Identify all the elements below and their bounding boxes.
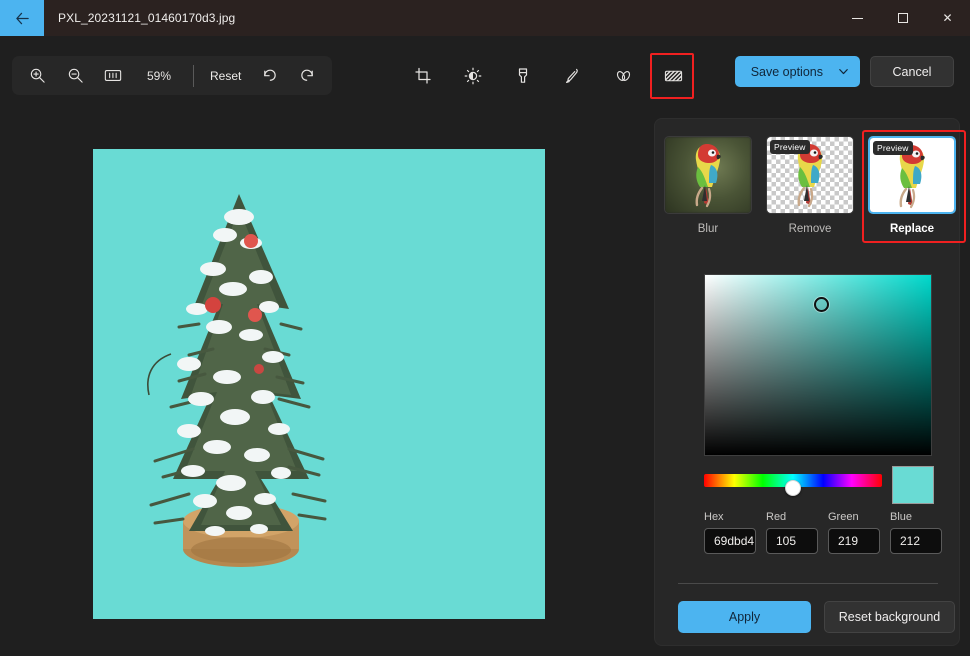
background-option-replace[interactable]: Preview Replace [862,130,966,243]
selected-color-swatch [892,466,934,504]
window-controls: ✕ [835,0,970,36]
zoom-in-button[interactable] [21,61,53,91]
reset-button[interactable]: Reset [201,64,250,88]
christmas-tree-image [147,194,327,567]
crop-tool-button[interactable] [406,60,440,92]
background-panel-card: Blur Preview Remove Preview Replace Hex … [654,118,966,646]
close-button[interactable]: ✕ [925,0,970,36]
red-label: Red [766,511,787,523]
reset-background-button[interactable]: Reset background [824,601,955,633]
image-editor-window: PXL_20231121_01460170d3.jpg ✕ 59% Reset … [0,0,970,656]
toolbar: 59% Reset Save options Cancel [0,36,970,114]
window-title: PXL_20231121_01460170d3.jpg [58,11,236,25]
panel-footer-actions: Apply Reset background [678,601,955,633]
ink-tool-button[interactable] [556,60,590,92]
green-field-group: Green 219 [828,511,880,554]
background-option-remove[interactable]: Preview Remove [766,136,854,235]
minimize-icon [852,17,863,19]
maximize-button[interactable] [880,0,925,36]
edit-tools-group [398,52,698,99]
maximize-icon [897,13,908,23]
blue-input[interactable]: 212 [890,528,942,554]
background-option-label: Replace [889,223,935,235]
saturation-value-picker[interactable] [704,274,932,456]
image-canvas[interactable] [93,149,545,619]
cancel-button[interactable]: Cancel [870,56,954,87]
color-value-fields: Hex 69dbd4 Red 105 Green 219 Blue 212 [704,511,942,554]
hue-row [704,466,961,504]
actual-size-button[interactable] [97,61,129,91]
undo-button[interactable] [253,61,285,91]
replace-thumbnail: Preview [868,136,956,214]
back-button[interactable] [0,0,44,36]
background-option-blur[interactable]: Blur [664,136,752,235]
hex-label: Hex [704,511,724,523]
zoom-out-icon [68,68,83,83]
crop-icon [415,67,431,84]
blue-label: Blue [890,511,913,523]
minimize-button[interactable] [835,0,880,36]
red-field-group: Red 105 [766,511,818,554]
chevron-down-icon [839,69,848,75]
redo-button[interactable] [291,61,323,91]
background-option-label: Remove [788,223,832,235]
zoom-out-button[interactable] [59,61,91,91]
one-to-one-icon [104,70,122,81]
blur-thumbnail [664,136,752,214]
apply-button[interactable]: Apply [678,601,811,633]
canvas-area [0,114,640,656]
hex-input[interactable]: 69dbd4 [704,528,756,554]
zoom-toolbar-group: 59% Reset [12,56,333,95]
erase-objects-button[interactable] [606,60,640,92]
preview-badge: Preview [873,141,913,155]
erase-objects-icon [616,70,630,81]
remove-thumbnail: Preview [766,136,854,214]
title-bar: PXL_20231121_01460170d3.jpg ✕ [0,0,970,36]
green-input[interactable]: 219 [828,528,880,554]
save-options-label: Save options [750,64,823,79]
background-option-label: Blur [697,223,719,235]
primary-actions: Save options Cancel [734,56,954,87]
markup-tool-button[interactable] [506,60,540,92]
background-icon [664,70,682,81]
pen-icon [566,68,578,83]
sv-gradient-field[interactable] [704,274,932,456]
parrot-image [695,144,721,208]
toolbar-divider [193,64,194,87]
marker-icon [518,67,528,83]
save-options-button[interactable]: Save options [734,56,860,87]
zoom-level-value[interactable]: 59% [138,69,180,83]
color-picker-handle[interactable] [814,297,829,312]
adjust-tool-button[interactable] [456,60,490,92]
background-options-group: Blur Preview Remove Preview Replace [664,130,966,243]
brightness-icon [464,67,482,84]
hue-slider[interactable] [704,474,882,496]
hue-slider-thumb[interactable] [785,480,801,496]
zoom-in-icon [30,68,45,83]
close-icon: ✕ [942,11,953,25]
arrow-left-icon [15,12,29,24]
background-tool-button[interactable] [650,52,694,99]
blue-field-group: Blue 212 [890,511,942,554]
green-label: Green [828,511,859,523]
red-input[interactable]: 105 [766,528,818,554]
background-panel: Blur Preview Remove Preview Replace Hex … [640,114,970,656]
panel-divider [678,583,938,584]
undo-icon [264,69,276,81]
redo-icon [301,69,313,81]
hex-field-group: Hex 69dbd4 [704,511,756,554]
preview-badge: Preview [770,140,810,154]
